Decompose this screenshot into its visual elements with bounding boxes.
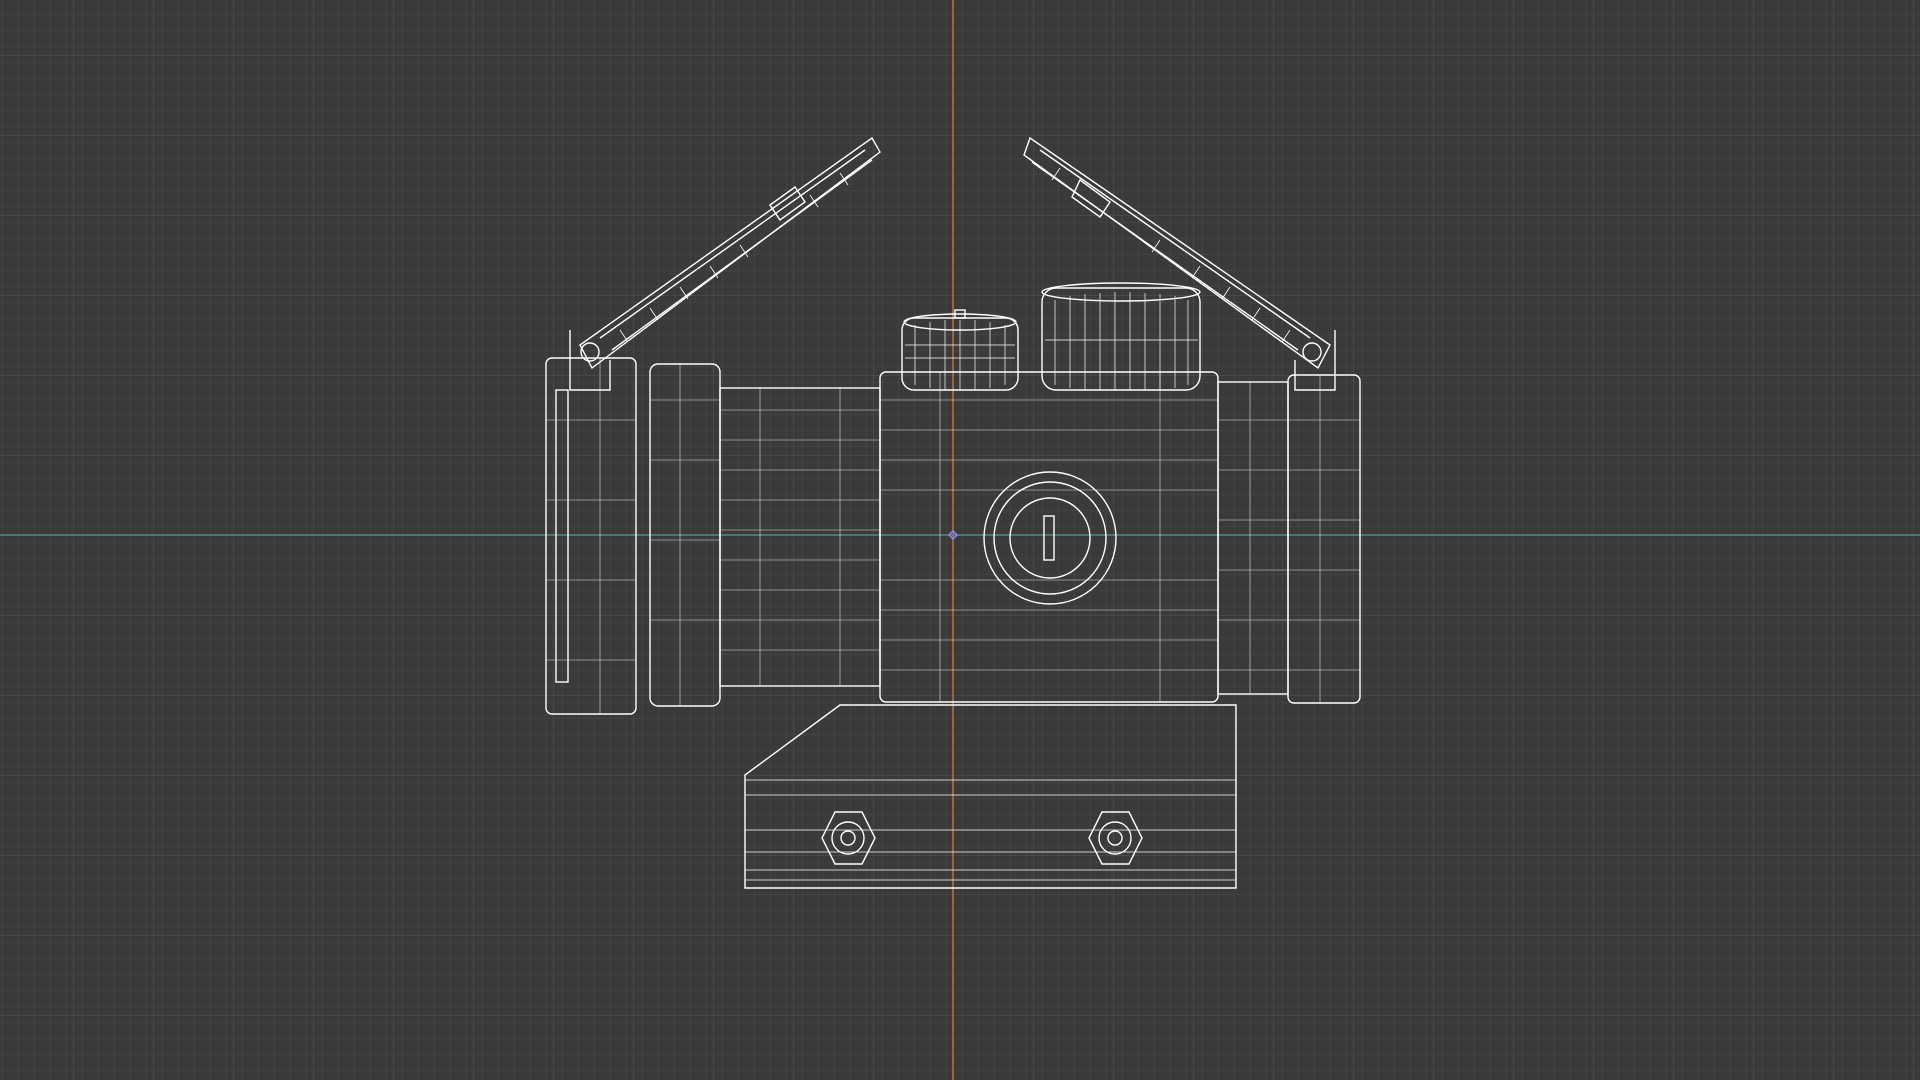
grid-floor: [0, 0, 1920, 1080]
viewport-canvas[interactable]: [0, 0, 1920, 1080]
3d-viewport[interactable]: [0, 0, 1920, 1080]
